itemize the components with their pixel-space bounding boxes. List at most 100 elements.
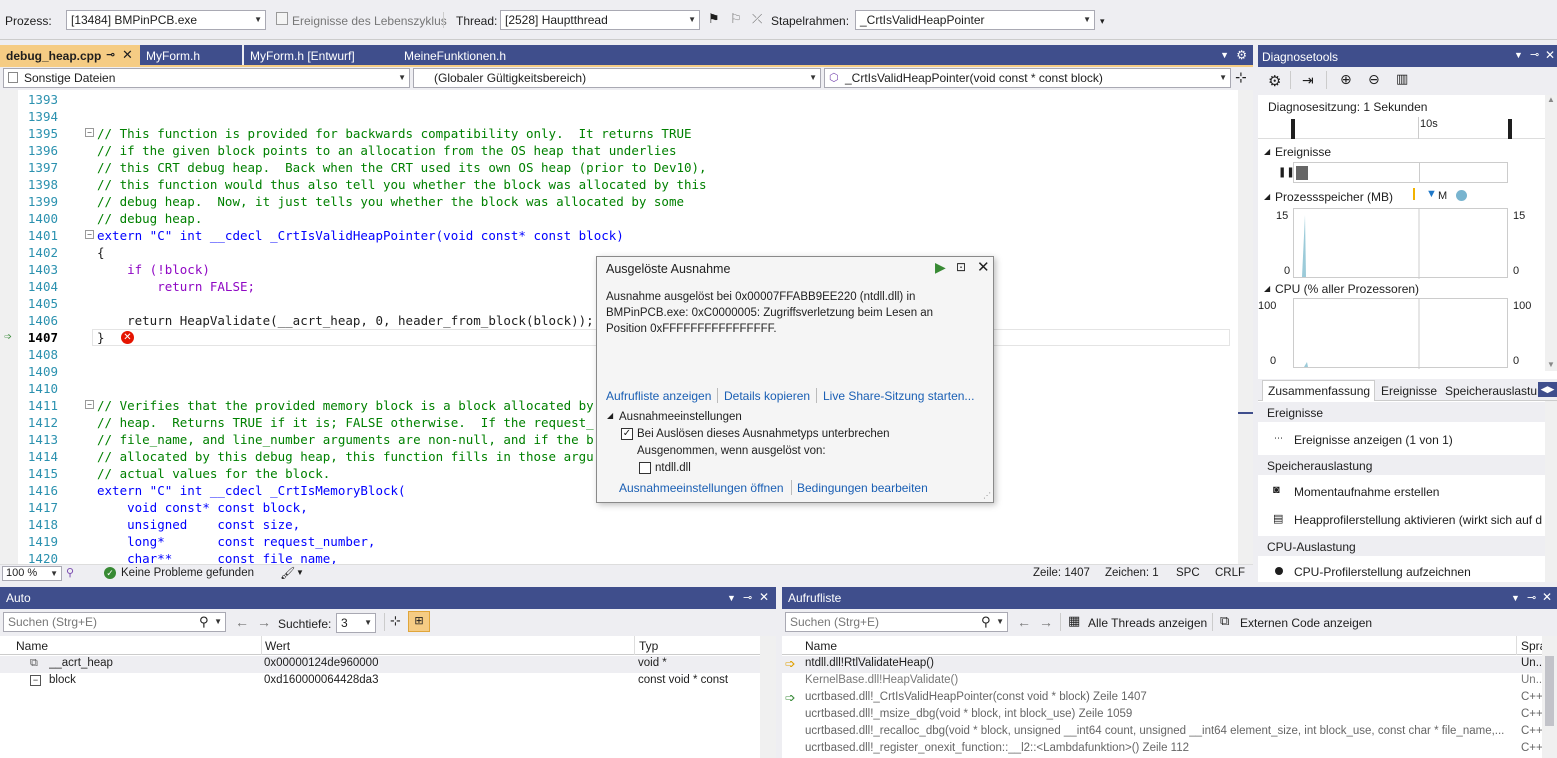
tab-myform-h[interactable]: MyForm.h bbox=[140, 45, 242, 67]
lifecycle-button[interactable]: Ereignisse des Lebenszyklus bbox=[292, 14, 447, 28]
copy-details-link[interactable]: Details kopieren bbox=[724, 389, 810, 403]
column-divider[interactable] bbox=[261, 636, 262, 655]
table-row[interactable]: ⧉ __acrt_heap 0x00000124de960000 void * bbox=[0, 656, 760, 673]
collapse-icon[interactable]: − bbox=[85, 400, 94, 409]
diag-summary-scrollbar[interactable] bbox=[1545, 401, 1557, 582]
take-snapshot-button[interactable]: Momentaufnahme erstellen bbox=[1294, 485, 1439, 499]
tab-debug-heap[interactable]: debug_heap.cpp ⊸ ✕ bbox=[0, 45, 140, 67]
timeline-start-marker[interactable] bbox=[1291, 119, 1295, 139]
callstack-search-input[interactable]: Suchen (Strg+E) ⚲ ▼ bbox=[785, 612, 1008, 632]
splitter[interactable] bbox=[776, 587, 782, 758]
break-event-marker[interactable] bbox=[1296, 166, 1308, 180]
callstack-scrollbar[interactable] bbox=[1542, 636, 1557, 758]
collapse-icon[interactable]: − bbox=[85, 128, 94, 137]
table-row[interactable]: ➩ ucrtbased.dll!_CrtIsValidHeapPointer(c… bbox=[782, 690, 1542, 707]
split-icon[interactable]: ⊹ bbox=[1235, 69, 1247, 86]
close-icon[interactable]: ✕ bbox=[1542, 590, 1552, 604]
edit-conditions-link[interactable]: Bedingungen bearbeiten bbox=[797, 481, 928, 495]
flag-icon[interactable]: ⚑ bbox=[708, 11, 720, 27]
line-indicator[interactable]: Zeile: 1407 bbox=[1033, 567, 1090, 579]
chevron-down-icon[interactable]: ▼ bbox=[727, 593, 736, 603]
cpu-record-button[interactable]: CPU-Profilerstellung aufzeichnen bbox=[1294, 565, 1471, 579]
ntdll-checkbox[interactable] bbox=[639, 462, 651, 474]
stackframe-select[interactable]: _CrtIsValidHeapPointer ▼ bbox=[855, 10, 1095, 30]
intellicode-icon[interactable]: ⚲ bbox=[66, 566, 74, 579]
cpu-graph[interactable] bbox=[1293, 298, 1508, 369]
gear-icon[interactable]: ⚙ bbox=[1268, 72, 1281, 90]
tab-events[interactable]: Ereignisse bbox=[1381, 384, 1437, 398]
scope-select[interactable]: (Globaler Gültigkeitsbereich) ▼ bbox=[413, 68, 821, 88]
undock-icon[interactable]: ⊡ bbox=[956, 260, 966, 274]
table-row[interactable]: ucrtbased.dll!_register_onexit_function:… bbox=[782, 741, 1542, 758]
search-icon[interactable]: ⚲ bbox=[981, 614, 991, 630]
table-row[interactable]: ➩ ntdll.dll!RtlValidateHeap() Un... bbox=[782, 656, 1542, 673]
close-icon[interactable]: ✕ bbox=[122, 47, 133, 63]
close-icon[interactable]: ✕ bbox=[1545, 48, 1555, 62]
collapse-triangle-icon[interactable]: ◢ bbox=[1264, 192, 1270, 201]
forward-arrow-icon[interactable]: → bbox=[257, 614, 271, 630]
pin-icon[interactable]: ⊸ bbox=[743, 591, 752, 604]
heap-profiling-button[interactable]: Heapprofilerstellung aktivieren (wirkt s… bbox=[1294, 513, 1544, 527]
timeline-end-marker[interactable] bbox=[1508, 119, 1512, 139]
splitter[interactable] bbox=[1253, 45, 1258, 582]
var-value[interactable]: 0x00000124de960000 bbox=[264, 657, 378, 669]
column-divider[interactable] bbox=[1516, 636, 1517, 655]
close-icon[interactable]: ✕ bbox=[977, 258, 990, 276]
export-icon[interactable]: ⇥ bbox=[1302, 72, 1314, 89]
chart-icon[interactable]: ▥ bbox=[1396, 71, 1408, 87]
collapse-triangle-icon[interactable]: ◢ bbox=[1264, 147, 1270, 156]
project-select[interactable]: Sonstige Dateien ▼ bbox=[3, 68, 410, 88]
open-settings-link[interactable]: Ausnahmeeinstellungen öffnen bbox=[619, 481, 784, 495]
collapse-icon[interactable]: − bbox=[85, 230, 94, 239]
break-checkbox[interactable]: ✓ bbox=[621, 428, 633, 440]
toolbar-overflow-icon[interactable]: ▾ bbox=[1100, 16, 1105, 27]
char-indicator[interactable]: Zeichen: 1 bbox=[1105, 567, 1159, 579]
line-ending-indicator[interactable]: CRLF bbox=[1215, 567, 1245, 579]
column-divider[interactable] bbox=[634, 636, 635, 655]
tab-summary[interactable]: Zusammenfassung bbox=[1262, 380, 1375, 401]
back-arrow-icon[interactable]: ← bbox=[235, 614, 249, 630]
resize-grip-icon[interactable]: ⋰ bbox=[983, 491, 991, 500]
column-type[interactable]: Typ bbox=[639, 639, 658, 653]
table-row[interactable]: KernelBase.dll!HeapValidate() Un... bbox=[782, 673, 1542, 690]
collapse-triangle-icon[interactable]: ◢ bbox=[1264, 284, 1270, 293]
continue-icon[interactable]: ▶ bbox=[935, 259, 946, 276]
scroll-up-icon[interactable]: ▲ bbox=[1547, 95, 1555, 104]
auto-scrollbar[interactable] bbox=[760, 636, 776, 758]
gear-icon[interactable]: ⚙ bbox=[1236, 48, 1247, 62]
flag-threads-icon[interactable]: ⚐ bbox=[730, 11, 742, 27]
chevron-down-icon[interactable]: ▼ bbox=[1514, 50, 1523, 60]
issues-status[interactable]: Keine Probleme gefunden bbox=[121, 567, 254, 579]
pin-icon[interactable]: ⊸ bbox=[1527, 591, 1536, 604]
member-select[interactable]: ⬡ _CrtIsValidHeapPointer(void const * co… bbox=[824, 68, 1231, 88]
chevron-down-icon[interactable]: ▼ bbox=[214, 617, 222, 626]
process-select[interactable]: [13484] BMPinPCB.exe ▼ bbox=[66, 10, 266, 30]
column-name[interactable]: Name bbox=[805, 639, 837, 653]
pin-value-icon[interactable]: ⊹ bbox=[390, 613, 401, 629]
hide-frames-icon[interactable]: ⤫ bbox=[752, 11, 762, 27]
search-icon[interactable]: ⚲ bbox=[199, 614, 209, 630]
column-name[interactable]: Name bbox=[16, 639, 48, 653]
liveshare-link[interactable]: Live Share-Sitzung starten... bbox=[823, 389, 974, 403]
editor-scrollbar[interactable] bbox=[1238, 90, 1253, 564]
memory-graph[interactable] bbox=[1293, 208, 1508, 279]
pin-icon[interactable]: ⊸ bbox=[1530, 48, 1539, 61]
table-row[interactable]: ucrtbased.dll!_msize_dbg(void * block, i… bbox=[782, 707, 1542, 724]
external-code-icon[interactable]: ⧉ bbox=[1220, 613, 1229, 629]
table-row[interactable]: ucrtbased.dll!_recalloc_dbg(void * block… bbox=[782, 724, 1542, 741]
auto-search-input[interactable]: Suchen (Strg+E) ⚲ ▼ bbox=[3, 612, 226, 632]
back-arrow-icon[interactable]: ← bbox=[1017, 614, 1031, 630]
scroll-thumb[interactable] bbox=[1545, 656, 1554, 726]
show-events-link[interactable]: Ereignisse anzeigen (1 von 1) bbox=[1294, 433, 1453, 447]
var-value[interactable]: 0xd160000064428da3 bbox=[264, 674, 378, 686]
timeline-ruler[interactable]: 10s bbox=[1258, 117, 1557, 139]
chevron-down-icon[interactable]: ▼ bbox=[996, 617, 1004, 626]
events-track[interactable] bbox=[1293, 162, 1508, 183]
expand-triangle-icon[interactable]: ◢ bbox=[607, 411, 613, 420]
thread-select[interactable]: [2528] Hauptthread ▼ bbox=[500, 10, 700, 30]
exception-icon[interactable]: ✕ bbox=[121, 331, 134, 344]
whitespace-indicator[interactable]: SPC bbox=[1176, 567, 1200, 579]
zoom-out-icon[interactable]: ⊖ bbox=[1368, 71, 1380, 88]
forward-arrow-icon[interactable]: → bbox=[1039, 614, 1053, 630]
tab-memory[interactable]: Speicherauslastung bbox=[1445, 384, 1537, 398]
